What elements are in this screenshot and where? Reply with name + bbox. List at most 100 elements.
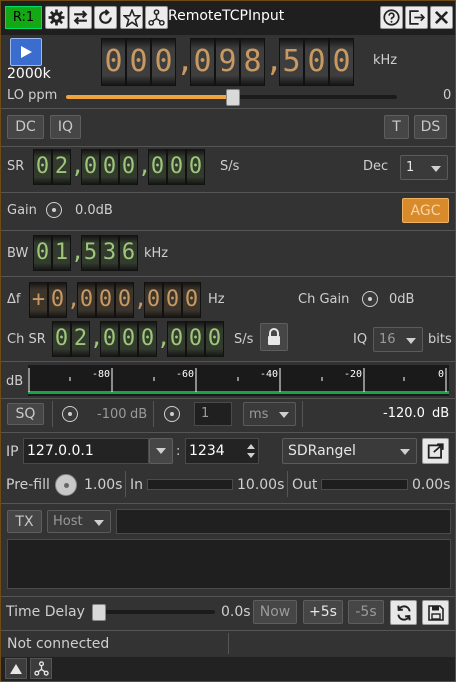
dial-digit[interactable]: 0 [144,282,163,318]
dial-digit[interactable]: 0 [96,282,115,318]
dial-digit[interactable]: 2 [52,149,71,185]
dial-digit[interactable]: 2 [71,321,90,357]
center-frequency-dial[interactable]: 000,098,500 [101,38,366,86]
dial-digit[interactable]: 0 [304,38,329,86]
dial-digit[interactable]: 0 [329,38,354,86]
close-icon[interactable] [430,6,453,29]
dial-digit[interactable]: 5 [279,38,304,86]
time-delay-handle[interactable] [92,604,106,621]
prefill-label: Pre-fill [6,477,50,493]
dial-digit[interactable]: 0 [163,282,182,318]
channel-sample-rate-dial[interactable]: 02,000,000 [52,321,230,357]
channel-gain-dial[interactable] [362,291,378,307]
dial-digit[interactable]: 0 [115,282,134,318]
squelch-button[interactable]: SQ [7,403,44,425]
dial-digit[interactable]: 0 [151,38,176,86]
squelch-gate-dial[interactable] [164,406,180,422]
save-icon[interactable] [422,600,449,625]
prefill-dial[interactable] [55,474,77,496]
ds-button[interactable]: DS [414,115,447,139]
in-buffer-label: In [130,477,144,493]
offset-unit: Hz [208,292,225,307]
help-icon[interactable] [380,6,403,29]
dial-digit[interactable]: 1 [52,235,71,271]
star-icon[interactable] [120,6,143,29]
message-log[interactable] [7,539,451,589]
dial-digit[interactable]: 0 [52,321,71,357]
gain-dial[interactable] [46,202,62,218]
dial-digit[interactable]: 0 [100,149,119,185]
dial-digit[interactable]: + [29,282,48,318]
dial-digit[interactable]: 0 [186,149,205,185]
dial-digit[interactable]: 5 [81,235,100,271]
dial-digit[interactable]: 0 [205,321,224,357]
dial-digit[interactable]: 0 [81,149,100,185]
lo-ppm-value: 0 [443,88,452,103]
dial-digit[interactable]: 0 [119,149,138,185]
tx-message-input[interactable] [116,509,451,534]
sync-icon[interactable] [390,600,417,625]
dial-digit[interactable]: 0 [138,321,157,357]
center-frequency-unit: kHz [373,53,398,68]
lo-ppm-handle[interactable] [225,89,240,106]
dial-digit[interactable]: 0 [167,149,186,185]
gear-icon[interactable] [45,6,68,29]
ip-address-input[interactable]: 127.0.0.1 [23,438,149,464]
dc-correction-button[interactable]: DC [7,115,44,139]
decimation-label: Dec [363,159,389,174]
lock-icon[interactable] [260,323,288,351]
protocol-select[interactable]: SDRangel [282,438,417,464]
squelch-threshold-dial[interactable] [62,406,78,422]
dial-digit[interactable]: 0 [33,235,52,271]
time-minus-button[interactable]: -5s [348,600,384,624]
connect-icon[interactable] [422,438,449,464]
dial-digit[interactable]: 0 [167,321,186,357]
triangle-icon[interactable] [5,658,27,679]
swap-icon[interactable] [69,6,92,29]
time-plus-button[interactable]: +5s [303,600,343,624]
dial-digit[interactable]: 3 [100,235,119,271]
undock-icon[interactable] [405,6,428,29]
dial-separator: , [71,154,85,179]
level-meter-label: dB [6,374,24,389]
channel-gain-value: 0dB [389,292,415,307]
agc-button[interactable]: AGC [402,198,449,223]
dial-digit[interactable]: 0 [182,282,201,318]
ip-history-dropdown[interactable] [149,438,173,464]
reload-icon[interactable] [94,6,117,29]
dial-digit[interactable]: 8 [240,38,265,86]
decimation-select[interactable]: 1 [400,155,448,180]
dial-digit[interactable]: 0 [148,149,167,185]
dial-digit[interactable]: 9 [215,38,240,86]
dial-digit[interactable]: 6 [119,235,138,271]
dial-digit[interactable]: 0 [100,321,119,357]
tx-target-select[interactable]: Host [47,510,111,533]
port-spinner[interactable] [244,439,258,463]
dial-digit[interactable]: 0 [190,38,215,86]
play-icon[interactable] [10,38,42,66]
tx-button[interactable]: TX [7,510,42,533]
offset-dial[interactable]: +0, 0 0 0, 0 0 0 [29,282,205,318]
dial-digit[interactable]: 0 [126,38,151,86]
dial-digit[interactable]: 0 [186,321,205,357]
rx-index-badge[interactable]: R:1 [5,6,42,29]
time-delay-slider[interactable] [92,604,215,621]
iq-bits-select[interactable]: 16 [373,327,423,352]
level-meter: -80 -60 -40 -20 0 [28,365,449,396]
dial-digit[interactable]: 0 [48,282,67,318]
squelch-gate-unit-select[interactable]: ms [243,402,296,426]
lo-ppm-slider[interactable] [66,89,397,106]
time-now-button[interactable]: Now [253,600,297,624]
iq-correction-button[interactable]: IQ [50,115,81,139]
sample-rate-dial[interactable]: 02,000,000 [33,149,213,185]
network-icon[interactable] [145,6,168,29]
dial-digit[interactable]: 0 [101,38,126,86]
network-icon[interactable] [30,658,52,679]
dial-digit[interactable]: 0 [119,321,138,357]
dial-digit[interactable]: 0 [33,149,52,185]
t-button[interactable]: T [384,115,409,139]
squelch-gate-input[interactable]: 1 [194,402,232,426]
lo-ppm-fill [66,95,232,99]
bandwidth-dial[interactable]: 01,536 [33,235,141,271]
dial-digit[interactable]: 0 [77,282,96,318]
